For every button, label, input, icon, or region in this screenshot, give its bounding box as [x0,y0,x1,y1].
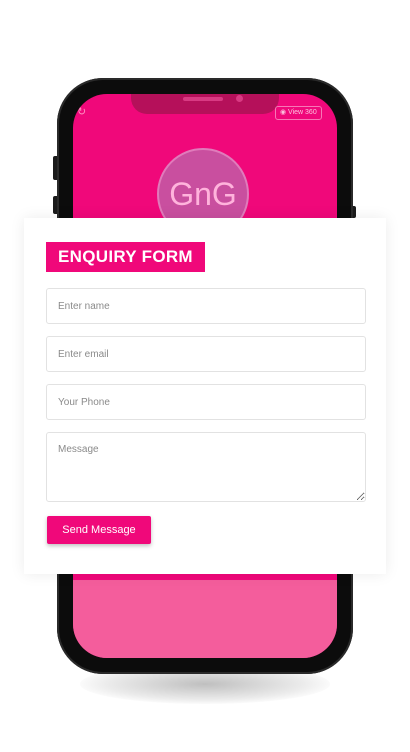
form-title: ENQUIRY FORM [46,242,205,272]
send-message-button[interactable]: Send Message [47,516,151,544]
phone-input[interactable] [46,384,366,420]
view-360-button[interactable]: ◉ View 360 [275,106,322,120]
message-textarea[interactable] [46,432,366,502]
refresh-icon[interactable]: ↻ [77,106,89,118]
screen-bottom-panel [73,580,337,658]
speaker-grille [183,97,223,101]
name-input[interactable] [46,288,366,324]
camera-icon [236,95,243,102]
email-input[interactable] [46,336,366,372]
page: ↻ ◉ View 360 GnG ENQUIRY FORM Send Messa… [0,0,410,752]
enquiry-form-card: ENQUIRY FORM Send Message [24,218,386,574]
phone-notch [131,94,279,114]
